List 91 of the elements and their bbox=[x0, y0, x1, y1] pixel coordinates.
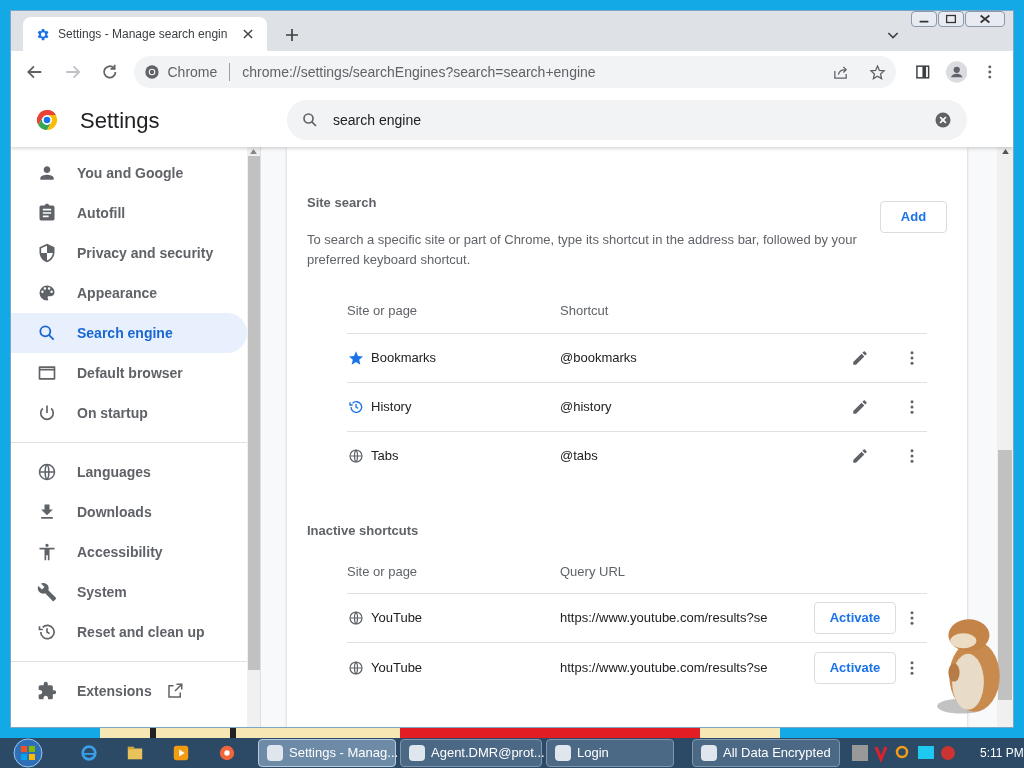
sidebar-item[interactable]: Autofill bbox=[11, 193, 247, 233]
search-icon bbox=[301, 111, 319, 129]
clipboard-icon bbox=[37, 203, 57, 223]
edit-icon[interactable] bbox=[851, 348, 869, 367]
star-icon bbox=[348, 349, 364, 366]
activate-button[interactable]: Activate bbox=[814, 651, 896, 684]
sidebar-item[interactable]: On startup bbox=[11, 393, 247, 433]
sidebar-item[interactable]: You and Google bbox=[11, 153, 247, 193]
shortcut: @tabs bbox=[560, 447, 599, 466]
section-description: To search a specific site or part of Chrome, type its shortcut in the address bar, followed by your preferred keyboard shortcut. bbox=[307, 230, 858, 269]
window-icon bbox=[409, 745, 425, 761]
column-header: Site or page bbox=[347, 562, 419, 581]
new-tab-icon[interactable] bbox=[283, 26, 301, 44]
wrench-icon bbox=[37, 582, 57, 602]
palette-icon bbox=[37, 283, 57, 303]
globe-icon bbox=[348, 448, 364, 464]
url-text: chrome://settings/searchEngines?search=search+engine bbox=[242, 62, 597, 82]
maximize-icon[interactable] bbox=[938, 11, 964, 27]
side-panel-icon[interactable] bbox=[914, 63, 932, 81]
clock: 5:11 PM bbox=[980, 745, 1024, 762]
query-url: https://www.youtube.com/results?se bbox=[560, 609, 769, 628]
profile-icon[interactable] bbox=[946, 61, 968, 83]
scroll-up-icon[interactable] bbox=[250, 149, 257, 154]
section-title: Inactive shortcuts bbox=[307, 521, 420, 540]
column-header: Site or page bbox=[347, 302, 419, 321]
shield-icon bbox=[37, 243, 57, 263]
query-url: https://www.youtube.com/results?se bbox=[560, 658, 769, 677]
tab-title: Settings - Manage search engin bbox=[58, 26, 229, 43]
clear-icon[interactable] bbox=[933, 110, 953, 130]
column-header: Shortcut bbox=[560, 302, 609, 321]
activate-button[interactable]: Activate bbox=[814, 602, 896, 634]
edit-icon[interactable] bbox=[851, 397, 869, 416]
scroll-up-icon[interactable] bbox=[1001, 149, 1009, 154]
site-name: YouTube bbox=[371, 609, 424, 628]
sidebar-item[interactable]: Languages bbox=[11, 452, 247, 492]
globe-icon bbox=[37, 462, 57, 482]
puzzle-icon bbox=[37, 681, 57, 701]
media-player-icon[interactable] bbox=[172, 744, 190, 762]
sidebar-item[interactable]: Reset and clean up bbox=[11, 612, 247, 652]
chrome-logo-icon bbox=[143, 64, 160, 80]
settings-search-field[interactable]: search engine bbox=[287, 100, 967, 140]
column-header: Query URL bbox=[560, 562, 626, 581]
site-label: Chrome bbox=[167, 62, 218, 82]
scrollbar[interactable] bbox=[997, 147, 1013, 727]
window-icon bbox=[267, 745, 283, 761]
taskbar-button[interactable]: Agent.DMR@prot... bbox=[400, 739, 542, 767]
chrome-logo-icon bbox=[35, 108, 59, 132]
address-bar[interactable]: Chrome chrome://settings/searchEngines?search=search+engine bbox=[133, 56, 897, 88]
site-name: Bookmarks bbox=[371, 348, 438, 367]
window-icon bbox=[555, 745, 571, 761]
edit-icon[interactable] bbox=[851, 447, 869, 465]
taskbar-button[interactable]: Login bbox=[546, 739, 674, 767]
add-button[interactable]: Add bbox=[880, 201, 947, 233]
browser-tab[interactable]: Settings - Manage search engin bbox=[23, 17, 267, 51]
shortcut: @bookmarks bbox=[560, 348, 638, 367]
window-icon bbox=[701, 745, 717, 761]
globe-icon bbox=[348, 659, 364, 676]
external-link-icon[interactable] bbox=[165, 682, 184, 700]
sidebar-item[interactable]: Default browser bbox=[11, 353, 247, 393]
sidebar-item[interactable]: Accessibility bbox=[11, 532, 247, 572]
sidebar-item[interactable]: Search engine bbox=[11, 313, 247, 353]
search-value: search engine bbox=[333, 110, 422, 130]
ie-icon[interactable] bbox=[80, 744, 98, 762]
site-name: Tabs bbox=[371, 447, 400, 466]
shortcut: @history bbox=[560, 397, 613, 416]
close-icon[interactable] bbox=[965, 11, 1005, 27]
sidebar-item[interactable]: Downloads bbox=[11, 492, 247, 532]
app-icon[interactable] bbox=[218, 744, 236, 762]
section-title: Site search bbox=[307, 194, 378, 212]
site-name: YouTube bbox=[371, 658, 424, 677]
search-icon bbox=[37, 323, 57, 343]
close-icon[interactable] bbox=[241, 27, 255, 41]
start-button[interactable] bbox=[10, 738, 46, 768]
browser-window-icon bbox=[37, 363, 57, 383]
sidebar-item[interactable]: Appearance bbox=[11, 273, 247, 313]
globe-icon bbox=[348, 610, 364, 626]
sidebar-item[interactable]: System bbox=[11, 572, 247, 612]
folder-icon[interactable] bbox=[126, 744, 144, 762]
power-icon bbox=[37, 403, 57, 423]
star-icon[interactable] bbox=[869, 63, 887, 81]
gear-icon bbox=[35, 26, 50, 42]
history-icon bbox=[37, 622, 57, 642]
history-icon bbox=[348, 398, 364, 415]
accessibility-icon bbox=[37, 542, 57, 562]
sidebar-item[interactable]: Privacy and security bbox=[11, 233, 247, 273]
sidebar-item[interactable]: Extensions bbox=[11, 671, 247, 711]
site-name: History bbox=[371, 397, 413, 416]
taskbar-button[interactable]: Settings - Manag... bbox=[258, 739, 396, 767]
scrollbar[interactable] bbox=[247, 147, 261, 727]
settings-title: Settings bbox=[80, 106, 161, 135]
taskbar-button[interactable]: All Data Encrypted bbox=[692, 739, 840, 767]
